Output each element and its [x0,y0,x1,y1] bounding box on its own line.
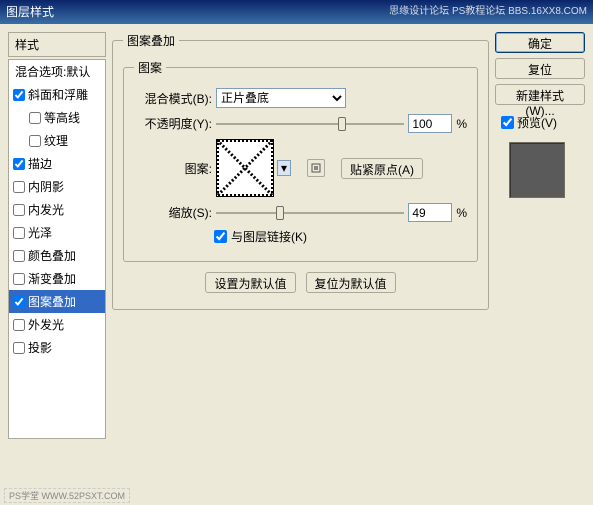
sidebar-label-3: 描边 [28,155,52,172]
link-row: 与图层链接(K) [134,228,467,245]
sidebar-label-5: 内发光 [28,201,64,218]
sidebar-item-9[interactable]: 图案叠加 [9,290,105,313]
sidebar-list: 混合选项:默认 斜面和浮雕等高线纹理描边内阴影内发光光泽颜色叠加渐变叠加图案叠加… [8,59,106,439]
sidebar-checkbox-7[interactable] [13,250,25,262]
window-title: 图层样式 [6,0,54,24]
sidebar-checkbox-9[interactable] [13,296,25,308]
inner-legend: 图案 [134,59,166,76]
preview-check-row: 预览(V) [501,114,585,131]
sidebar-label-4: 内阴影 [28,178,64,195]
sidebar-item-6[interactable]: 光泽 [9,221,105,244]
sidebar-item-11[interactable]: 投影 [9,336,105,359]
sidebar-item-1[interactable]: 等高线 [9,106,105,129]
outer-legend: 图案叠加 [123,32,179,49]
snap-origin-button[interactable]: 贴紧原点(A) [341,158,423,179]
opacity-row: 不透明度(Y): % [134,114,467,133]
sidebar-checkbox-11[interactable] [13,342,25,354]
blend-mode-label: 混合模式(B): [134,90,212,107]
sidebar-checkbox-1[interactable] [29,112,41,124]
sidebar-label-10: 外发光 [28,316,64,333]
sidebar-checkbox-5[interactable] [13,204,25,216]
sidebar-item-4[interactable]: 内阴影 [9,175,105,198]
scale-label: 缩放(S): [134,204,212,221]
set-default-button[interactable]: 设置为默认值 [205,272,295,293]
sidebar-item-7[interactable]: 颜色叠加 [9,244,105,267]
main-area: 图案叠加 图案 混合模式(B): 正片叠底 不透明度(Y): [112,32,585,497]
pattern-group: 图案 混合模式(B): 正片叠底 不透明度(Y): [123,59,478,262]
watermark-text: 思缘设计论坛 PS教程论坛 BBS.16XX8.COM [389,0,587,24]
sidebar-label-2: 纹理 [44,132,68,149]
preview-swatch [509,142,565,198]
sidebar-label-8: 渐变叠加 [28,270,76,287]
pattern-label: 图案: [134,160,212,177]
sidebar-label-0: 斜面和浮雕 [28,86,88,103]
sidebar-item-3[interactable]: 描边 [9,152,105,175]
sidebar-label-6: 光泽 [28,224,52,241]
sidebar-label-9: 图案叠加 [28,293,76,310]
sidebar-checkbox-8[interactable] [13,273,25,285]
opacity-slider[interactable] [216,115,404,133]
sidebar-label-11: 投影 [28,339,52,356]
dialog-body: 样式 混合选项:默认 斜面和浮雕等高线纹理描边内阴影内发光光泽颜色叠加渐变叠加图… [0,24,593,505]
ok-button[interactable]: 确定 [495,32,585,53]
title-bar: 图层样式 思缘设计论坛 PS教程论坛 BBS.16XX8.COM [0,0,593,24]
sidebar-checkbox-6[interactable] [13,227,25,239]
preview-checkbox[interactable] [501,116,514,129]
new-pattern-icon[interactable] [307,159,325,177]
center-panel: 图案叠加 图案 混合模式(B): 正片叠底 不透明度(Y): [112,32,489,497]
sidebar-item-8[interactable]: 渐变叠加 [9,267,105,290]
blend-mode-select[interactable]: 正片叠底 [216,88,346,108]
pattern-overlay-group: 图案叠加 图案 混合模式(B): 正片叠底 不透明度(Y): [112,32,489,310]
pattern-row: 图案: ▾ [134,139,467,197]
sidebar-checkbox-10[interactable] [13,319,25,331]
percent-label: % [456,117,467,131]
new-style-button[interactable]: 新建样式(W)... [495,84,585,105]
opacity-input[interactable] [408,114,452,133]
scale-row: 缩放(S): % [134,203,467,222]
link-layer-label: 与图层链接(K) [231,228,307,245]
sidebar-checkbox-4[interactable] [13,181,25,193]
sidebar-item-0[interactable]: 斜面和浮雕 [9,83,105,106]
sidebar-label-1: 等高线 [44,109,80,126]
opacity-label: 不透明度(Y): [134,115,212,132]
sidebar-checkbox-2[interactable] [29,135,41,147]
blend-mode-row: 混合模式(B): 正片叠底 [134,88,467,108]
styles-sidebar: 样式 混合选项:默认 斜面和浮雕等高线纹理描边内阴影内发光光泽颜色叠加渐变叠加图… [8,32,106,497]
sidebar-item-10[interactable]: 外发光 [9,313,105,336]
scale-input[interactable] [408,203,452,222]
pattern-dropdown-icon[interactable]: ▾ [277,160,291,176]
defaults-row: 设置为默认值 复位为默认值 [123,272,478,293]
preview-label: 预览(V) [517,114,557,131]
percent-label-2: % [456,206,467,220]
sidebar-item-2[interactable]: 纹理 [9,129,105,152]
reset-default-button[interactable]: 复位为默认值 [306,272,396,293]
sidebar-blend-options[interactable]: 混合选项:默认 [9,60,105,83]
footer-watermark: PS学堂 WWW.52PSXT.COM [4,488,130,503]
sidebar-checkbox-3[interactable] [13,158,25,170]
sidebar-checkbox-0[interactable] [13,89,25,101]
cancel-button[interactable]: 复位 [495,58,585,79]
scale-slider[interactable] [216,204,404,222]
sidebar-item-5[interactable]: 内发光 [9,198,105,221]
sidebar-label-7: 颜色叠加 [28,247,76,264]
right-column: 确定 复位 新建样式(W)... 预览(V) [495,32,585,497]
link-layer-checkbox[interactable] [214,230,227,243]
pattern-swatch[interactable] [216,139,274,197]
sidebar-header: 样式 [8,32,106,57]
